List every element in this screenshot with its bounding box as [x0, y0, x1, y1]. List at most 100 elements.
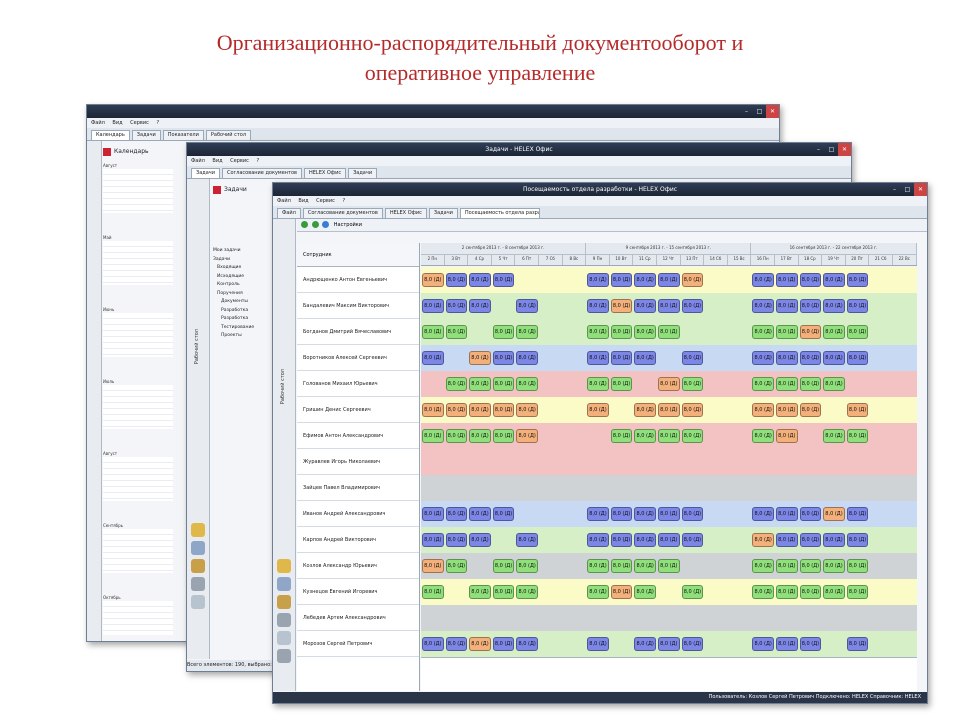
- attendance-cell[interactable]: 8,0 (Д): [658, 559, 680, 573]
- attendance-cell[interactable]: 8,0 (Д): [634, 273, 656, 287]
- attendance-cell[interactable]: 8,0 (Д): [516, 559, 538, 573]
- attendance-cell[interactable]: 8,0 (Д): [422, 429, 444, 443]
- attendance-cell[interactable]: 8,0 (Д): [516, 403, 538, 417]
- refresh-icon[interactable]: [322, 221, 330, 228]
- attendance-cell[interactable]: 8,0 (Д): [445, 533, 468, 547]
- attendance-cell[interactable]: 8,0 (Д): [823, 377, 845, 391]
- attendance-cell[interactable]: 8,0 (Д): [445, 273, 468, 287]
- attendance-cell[interactable]: 8,0 (Д): [469, 507, 491, 521]
- attendance-cell[interactable]: 8,0 (Д): [634, 403, 656, 417]
- attendance-cell[interactable]: 8,0 (Д): [823, 325, 845, 339]
- tree-item[interactable]: Разработка: [213, 307, 273, 316]
- menu-view[interactable]: Вид: [112, 120, 122, 126]
- attendance-cell[interactable]: 8,0 (Д): [587, 299, 609, 313]
- maximize-icon[interactable]: □: [825, 143, 838, 156]
- menu-file[interactable]: Файл: [277, 198, 291, 204]
- tree-item[interactable]: Разработка: [213, 315, 273, 324]
- attendance-cell[interactable]: 8,0 (Д): [516, 533, 538, 547]
- attendance-cell[interactable]: 8,0 (Д): [846, 351, 869, 365]
- attendance-cell[interactable]: 8,0 (Д): [846, 533, 869, 547]
- attendance-cell[interactable]: 8,0 (Д): [422, 325, 444, 339]
- attendance-cell[interactable]: 8,0 (Д): [799, 325, 822, 339]
- attendance-cell[interactable]: 8,0 (Д): [846, 637, 869, 651]
- attendance-cell[interactable]: 8,0 (Д): [681, 507, 704, 521]
- attendance-cell[interactable]: 8,0 (Д): [516, 299, 538, 313]
- attendance-cell[interactable]: 8,0 (Д): [422, 299, 444, 313]
- attendance-cell[interactable]: 8,0 (Д): [610, 377, 633, 391]
- attendance-cell[interactable]: 8,0 (Д): [823, 299, 845, 313]
- menu-file[interactable]: Файл: [191, 158, 205, 164]
- attendance-cell[interactable]: 8,0 (Д): [469, 351, 491, 365]
- attendance-cell[interactable]: 8,0 (Д): [799, 533, 822, 547]
- attendance-cell[interactable]: 8,0 (Д): [658, 299, 680, 313]
- tab-approval[interactable]: Согласование документов: [222, 168, 302, 178]
- attendance-cell[interactable]: 8,0 (Д): [658, 533, 680, 547]
- settings-dropdown[interactable]: Настройки: [334, 222, 362, 228]
- tab-tasks[interactable]: Задачи: [428, 208, 458, 218]
- attendance-cell[interactable]: 8,0 (Д): [422, 533, 444, 547]
- attendance-cell[interactable]: 8,0 (Д): [587, 403, 609, 417]
- attendance-cell[interactable]: 8,0 (Д): [587, 637, 609, 651]
- attendance-cell[interactable]: 8,0 (Д): [752, 637, 774, 651]
- attendance-cell[interactable]: 8,0 (Д): [823, 533, 845, 547]
- attendance-cell[interactable]: 8,0 (Д): [776, 637, 798, 651]
- tab-desktop[interactable]: Рабочий стол: [205, 130, 252, 140]
- tree-item[interactable]: Входящие: [213, 264, 273, 273]
- attendance-cell[interactable]: 8,0 (Д): [799, 637, 822, 651]
- attendance-cell[interactable]: 8,0 (Д): [776, 507, 798, 521]
- month-block[interactable]: Июль: [103, 379, 173, 429]
- attendance-cell[interactable]: 8,0 (Д): [634, 507, 656, 521]
- attendance-cell[interactable]: 8,0 (Д): [610, 559, 633, 573]
- tab-tasks[interactable]: Задачи: [191, 168, 220, 178]
- attendance-cell[interactable]: 8,0 (Д): [422, 585, 444, 599]
- attendance-cell[interactable]: 8,0 (Д): [681, 429, 704, 443]
- attendance-cell[interactable]: 8,0 (Д): [469, 533, 491, 547]
- attendance-cell[interactable]: 8,0 (Д): [799, 377, 822, 391]
- attendance-cell[interactable]: 8,0 (Д): [492, 429, 515, 443]
- attendance-cell[interactable]: 8,0 (Д): [634, 351, 656, 365]
- menu-service[interactable]: Сервис: [130, 120, 149, 126]
- attendance-cell[interactable]: 8,0 (Д): [846, 299, 869, 313]
- tree-item[interactable]: Исходящие: [213, 273, 273, 282]
- attendance-cell[interactable]: 8,0 (Д): [587, 377, 609, 391]
- attendance-cell[interactable]: 8,0 (Д): [587, 507, 609, 521]
- attendance-cell[interactable]: 8,0 (Д): [846, 403, 869, 417]
- attendance-cell[interactable]: 8,0 (Д): [681, 273, 704, 287]
- attendance-cell[interactable]: 8,0 (Д): [776, 403, 798, 417]
- tab-tasks-2[interactable]: Задачи: [348, 168, 378, 178]
- attendance-cell[interactable]: 8,0 (Д): [469, 273, 491, 287]
- tree-item[interactable]: Проекты: [213, 332, 273, 341]
- month-block[interactable]: Июнь: [103, 307, 173, 357]
- minimize-icon[interactable]: –: [740, 105, 753, 118]
- folder-icon[interactable]: [277, 559, 291, 573]
- attendance-cell[interactable]: 8,0 (Д): [469, 299, 491, 313]
- attendance-cell[interactable]: 8,0 (Д): [846, 429, 869, 443]
- attendance-cell[interactable]: 8,0 (Д): [823, 559, 845, 573]
- employee-name-row[interactable]: Кузнецов Евгений Игоревич: [297, 579, 419, 605]
- employee-name-row[interactable]: Иванов Андрей Александрович: [297, 501, 419, 527]
- employee-name-row[interactable]: Андрющенко Антон Евгеньевич: [297, 267, 419, 293]
- attendance-cell[interactable]: 8,0 (Д): [445, 403, 468, 417]
- attendance-cell[interactable]: 8,0 (Д): [634, 533, 656, 547]
- attendance-cell[interactable]: 8,0 (Д): [610, 585, 633, 599]
- maximize-icon[interactable]: □: [753, 105, 766, 118]
- attendance-cell[interactable]: 8,0 (Д): [587, 533, 609, 547]
- attendance-cell[interactable]: 8,0 (Д): [469, 637, 491, 651]
- document-icon[interactable]: [277, 577, 291, 591]
- tab-calendar[interactable]: Календарь: [91, 130, 130, 140]
- attendance-cell[interactable]: 8,0 (Д): [422, 637, 444, 651]
- attendance-cell[interactable]: 8,0 (Д): [799, 507, 822, 521]
- attendance-cell[interactable]: 8,0 (Д): [823, 585, 845, 599]
- tab-indicators[interactable]: Показатели: [162, 130, 204, 140]
- attendance-cell[interactable]: 8,0 (Д): [658, 325, 680, 339]
- attendance-cell[interactable]: 8,0 (Д): [634, 585, 656, 599]
- attendance-cell[interactable]: 8,0 (Д): [516, 637, 538, 651]
- attendance-cell[interactable]: 8,0 (Д): [823, 429, 845, 443]
- attendance-cell[interactable]: 8,0 (Д): [469, 585, 491, 599]
- attendance-cell[interactable]: 8,0 (Д): [445, 637, 468, 651]
- attendance-cell[interactable]: 8,0 (Д): [752, 377, 774, 391]
- menu-service[interactable]: Сервис: [316, 198, 335, 204]
- tab-tasks[interactable]: Задачи: [131, 130, 161, 140]
- attendance-cell[interactable]: 8,0 (Д): [492, 403, 515, 417]
- month-block[interactable]: Август: [103, 451, 173, 501]
